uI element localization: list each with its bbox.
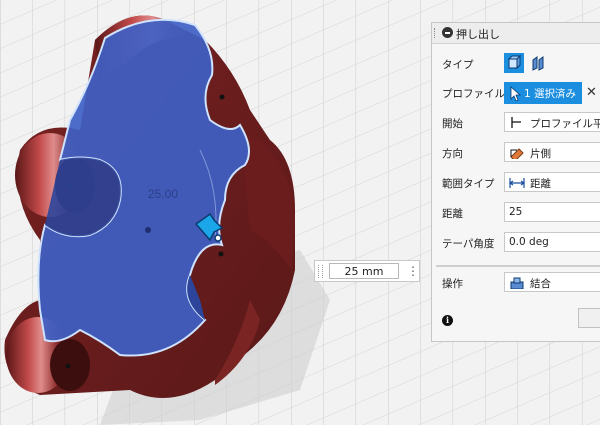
drag-handle-icon[interactable] [434, 28, 437, 38]
more-vertical-icon[interactable]: ⋮ [407, 264, 419, 278]
direction-label: 方向 [442, 148, 463, 160]
distance-field-value: 25 [509, 206, 523, 218]
profile-value: 1 選択済み [524, 88, 577, 100]
ok-button[interactable] [578, 308, 600, 328]
distance-field[interactable]: 25 [504, 202, 600, 222]
extrude-dialog: 押し出し タイプ プロファイル 1 選択済み ✕ 開始 プロファイル平面 [431, 22, 600, 342]
profile-select-button[interactable]: 1 選択済み [504, 82, 582, 104]
dimension-label: 25.00 [148, 187, 178, 201]
taper-row: テーパ角度 0.0 deg [432, 230, 600, 256]
dialog-title: 押し出し [456, 28, 500, 41]
join-icon [510, 277, 524, 289]
distance-value[interactable]: 25 mm [329, 263, 399, 279]
extent-value: 距離 [530, 178, 551, 190]
taper-label: テーパ角度 [442, 238, 495, 250]
solid-extrude-icon[interactable] [504, 53, 524, 73]
profile-row: プロファイル 1 選択済み ✕ [432, 80, 600, 106]
operation-row: 操作 結合 [432, 270, 600, 296]
start-dropdown[interactable]: プロファイル平面 [504, 112, 600, 132]
cursor-icon [510, 86, 522, 102]
taper-value: 0.0 deg [509, 236, 549, 248]
clear-selection-icon[interactable]: ✕ [586, 85, 597, 100]
divider [436, 265, 600, 267]
thin-extrude-icon[interactable] [529, 53, 549, 73]
extent-label: 範囲タイプ [442, 178, 495, 190]
distance-input-box[interactable]: 25 mm ⋮ [314, 260, 420, 282]
distance-icon [509, 178, 525, 188]
profile-plane-icon [511, 117, 521, 128]
operation-value: 結合 [530, 278, 551, 290]
operation-label: 操作 [442, 278, 463, 290]
distance-label: 距離 [442, 208, 463, 220]
one-side-icon [510, 148, 524, 159]
direction-dropdown[interactable]: 片側 [504, 142, 600, 162]
distance-row: 距離 25 [432, 200, 600, 226]
direction-row: 方向 片側 [432, 140, 600, 166]
direction-value: 片側 [530, 148, 551, 160]
profile-label: プロファイル [442, 88, 505, 100]
type-row: タイプ [432, 51, 600, 77]
dialog-header[interactable]: 押し出し [432, 23, 600, 44]
extent-dropdown[interactable]: 距離 [504, 172, 600, 192]
type-label: タイプ [442, 59, 474, 71]
collapse-icon[interactable] [442, 27, 453, 38]
operation-dropdown[interactable]: 結合 [504, 272, 600, 292]
taper-field[interactable]: 0.0 deg [504, 232, 600, 252]
start-value: プロファイル平面 [530, 118, 600, 130]
drag-handle-icon[interactable] [318, 265, 323, 278]
extent-row: 範囲タイプ 距離 [432, 170, 600, 196]
type-toggle [504, 53, 551, 73]
start-label: 開始 [442, 118, 463, 130]
profile-selector: 1 選択済み ✕ [504, 82, 597, 104]
start-row: 開始 プロファイル平面 [432, 110, 600, 136]
info-icon[interactable]: i [442, 315, 453, 326]
